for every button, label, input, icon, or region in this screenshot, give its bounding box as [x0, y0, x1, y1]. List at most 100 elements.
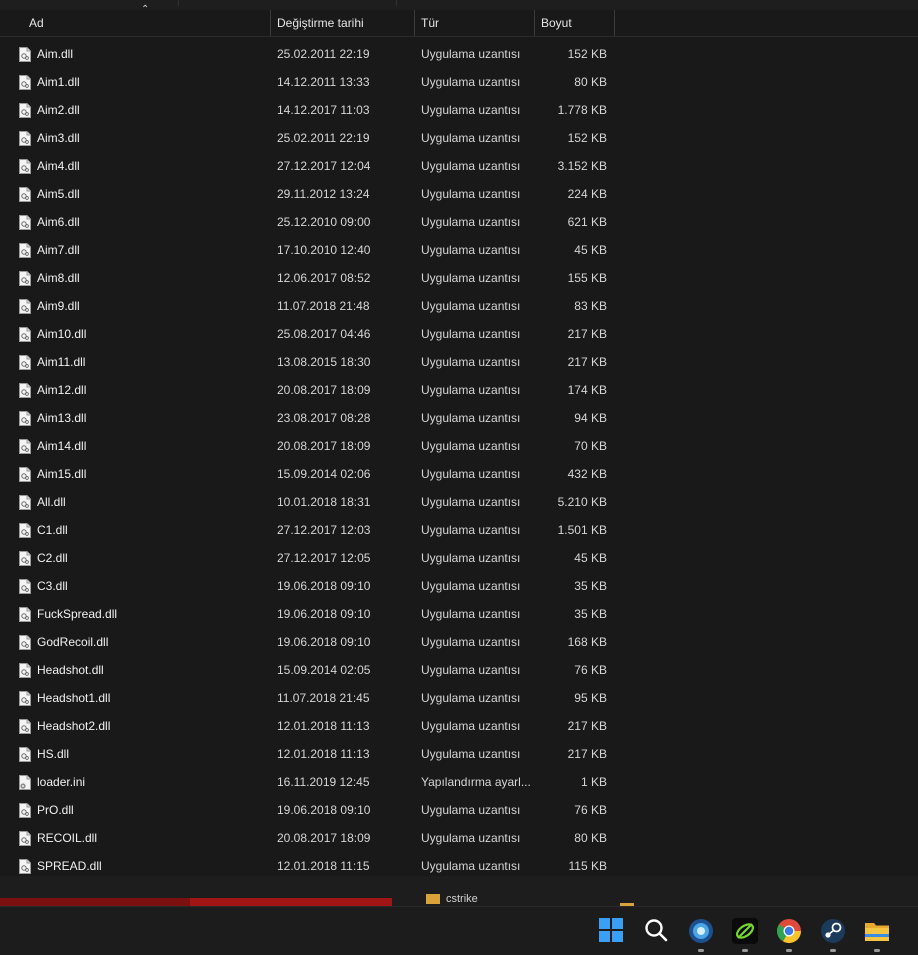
- file-size: 217 KB: [567, 327, 607, 341]
- app-green-icon[interactable]: [731, 917, 759, 952]
- file-row[interactable]: Aim4.dll 27.12.2017 12:04 Uygulama uzantıs…: [0, 152, 918, 180]
- file-type: Uygulama uzantısı: [421, 439, 521, 453]
- file-row[interactable]: C2.dll 27.12.2017 12:05 Uygulama uzantısı 4…: [0, 544, 918, 572]
- running-indicator: [830, 949, 836, 952]
- file-name: C1.dll: [37, 523, 68, 537]
- file-row[interactable]: Headshot.dll 15.09.2014 02:05 Uygulama uza…: [0, 656, 918, 684]
- file-date: 25.02.2011 22:19: [277, 47, 370, 61]
- column-header-name[interactable]: Ad: [23, 10, 271, 36]
- file-name: Aim12.dll: [37, 383, 87, 397]
- file-row[interactable]: Aim2.dll 14.12.2017 11:03 Uygulama uzantıs…: [0, 96, 918, 124]
- column-header-type[interactable]: Tür: [415, 10, 535, 36]
- file-date: 23.08.2017 08:28: [277, 411, 371, 425]
- file-row[interactable]: Aim6.dll 25.12.2010 09:00 Uygulama uzantıs…: [0, 208, 918, 236]
- file-date: 11.07.2018 21:45: [277, 691, 370, 705]
- file-row[interactable]: Aim7.dll 17.10.2010 12:40 Uygulama uzantıs…: [0, 236, 918, 264]
- file-row[interactable]: Aim15.dll 15.09.2014 02:06 Uygulama uzantı…: [0, 460, 918, 488]
- file-list: Aim.dll 25.02.2011 22:19 Uygulama uzantısı…: [0, 40, 918, 880]
- file-size: 155 KB: [567, 271, 607, 285]
- file-row[interactable]: HS.dll 12.01.2018 11:13 Uygulama uzantısı 2…: [0, 740, 918, 768]
- file-name: Aim6.dll: [37, 215, 80, 229]
- file-row[interactable]: C1.dll 27.12.2017 12:03 Uygulama uzantısı 1…: [0, 516, 918, 544]
- toolbar-divider: [178, 0, 179, 6]
- file-row[interactable]: C3.dll 19.06.2018 09:10 Uygulama uzantısı 3…: [0, 572, 918, 600]
- file-type: Uygulama uzantısı: [421, 327, 521, 341]
- file-size: 224 KB: [567, 187, 607, 201]
- file-size: 83 KB: [574, 299, 607, 313]
- file-name: Headshot1.dll: [37, 691, 111, 705]
- file-name: FuckSpread.dll: [37, 607, 118, 621]
- file-size: 94 KB: [574, 411, 607, 425]
- file-row[interactable]: loader.ini 16.11.2019 12:45 Yapılandırma a…: [0, 768, 918, 796]
- file-row[interactable]: Aim8.dll 12.06.2017 08:52 Uygulama uzantıs…: [0, 264, 918, 292]
- file-date: 12.01.2018 11:13: [277, 747, 370, 761]
- file-date: 15.09.2014 02:06: [277, 467, 371, 481]
- file-date: 14.12.2011 13:33: [277, 75, 370, 89]
- file-row[interactable]: RECOIL.dll 20.08.2017 18:09 Uygulama uzant…: [0, 824, 918, 852]
- column-header-row: ⌃ Ad Değiştirme tarihi Tür Boyut: [0, 4, 918, 37]
- file-date: 19.06.2018 09:10: [277, 803, 371, 817]
- file-name: Aim10.dll: [37, 327, 87, 341]
- file-type: Uygulama uzantısı: [421, 411, 521, 425]
- file-name: GodRecoil.dll: [37, 635, 109, 649]
- chrome-icon[interactable]: [775, 917, 803, 952]
- file-type: Uygulama uzantısı: [421, 691, 521, 705]
- taskbar: [0, 906, 918, 955]
- file-name: Aim14.dll: [37, 439, 87, 453]
- steam-icon[interactable]: [819, 917, 847, 952]
- file-row[interactable]: All.dll 10.01.2018 18:31 Uygulama uzantısı…: [0, 488, 918, 516]
- file-row[interactable]: FuckSpread.dll 19.06.2018 09:10 Uygulama u…: [0, 600, 918, 628]
- file-type: Uygulama uzantısı: [421, 607, 521, 621]
- file-name: loader.ini: [37, 775, 86, 789]
- column-header-date[interactable]: Değiştirme tarihi: [271, 10, 415, 36]
- file-name: PrO.dll: [37, 803, 74, 817]
- file-name: Aim11.dll: [37, 355, 86, 369]
- file-size: 5.210 KB: [557, 495, 607, 509]
- file-size: 3.152 KB: [557, 159, 607, 173]
- file-row[interactable]: Aim3.dll 25.02.2011 22:19 Uygulama uzantıs…: [0, 124, 918, 152]
- file-row[interactable]: Aim10.dll 25.08.2017 04:46 Uygulama uzantı…: [0, 320, 918, 348]
- file-name: Aim2.dll: [37, 103, 80, 117]
- file-type: Uygulama uzantısı: [421, 355, 521, 369]
- file-row[interactable]: Aim1.dll 14.12.2011 13:33 Uygulama uzantıs…: [0, 68, 918, 96]
- file-row[interactable]: Aim11.dll 13.08.2015 18:30 Uygulama uzantı…: [0, 348, 918, 376]
- file-type: Uygulama uzantısı: [421, 187, 521, 201]
- file-type: Uygulama uzantısı: [421, 75, 521, 89]
- file-row[interactable]: Headshot2.dll 12.01.2018 11:13 Uygulama uz…: [0, 712, 918, 740]
- file-name: HS.dll: [37, 747, 70, 761]
- file-date: 10.01.2018 18:31: [277, 495, 371, 509]
- file-type: Uygulama uzantısı: [421, 243, 521, 257]
- file-type: Uygulama uzantısı: [421, 803, 521, 817]
- windows-start-icon[interactable]: [598, 917, 626, 945]
- file-row[interactable]: Aim.dll 25.02.2011 22:19 Uygulama uzantısı…: [0, 40, 918, 68]
- file-explorer-icon[interactable]: [863, 917, 891, 952]
- file-row[interactable]: Aim13.dll 23.08.2017 08:28 Uygulama uzantı…: [0, 404, 918, 432]
- file-date: 25.12.2010 09:00: [277, 215, 371, 229]
- file-type: Uygulama uzantısı: [421, 103, 521, 117]
- file-row[interactable]: GodRecoil.dll 19.06.2018 09:10 Uygulama uz…: [0, 628, 918, 656]
- file-size: 76 KB: [574, 803, 607, 817]
- column-header-size[interactable]: Boyut: [535, 10, 615, 36]
- file-type: Uygulama uzantısı: [421, 131, 521, 145]
- file-size: 217 KB: [567, 355, 607, 369]
- file-row[interactable]: Headshot1.dll 11.07.2018 21:45 Uygulama uz…: [0, 684, 918, 712]
- file-size: 80 KB: [574, 831, 607, 845]
- file-row[interactable]: PrO.dll 19.06.2018 09:10 Uygulama uzantısı…: [0, 796, 918, 824]
- file-date: 25.08.2017 04:46: [277, 327, 371, 341]
- file-row[interactable]: Aim9.dll 11.07.2018 21:48 Uygulama uzantıs…: [0, 292, 918, 320]
- app-blue-icon[interactable]: [687, 917, 715, 952]
- file-row[interactable]: Aim5.dll 29.11.2012 13:24 Uygulama uzantıs…: [0, 180, 918, 208]
- file-type: Uygulama uzantısı: [421, 159, 521, 173]
- running-indicator: [874, 949, 880, 952]
- file-type: Uygulama uzantısı: [421, 467, 521, 481]
- background-folder-item[interactable]: cstrike: [426, 893, 478, 905]
- search-icon[interactable]: [643, 917, 671, 945]
- file-date: 12.01.2018 11:13: [277, 719, 370, 733]
- file-size: 1 KB: [580, 775, 607, 789]
- file-row[interactable]: Aim12.dll 20.08.2017 18:09 Uygulama uzantı…: [0, 376, 918, 404]
- running-indicator: [742, 949, 748, 952]
- file-type: Uygulama uzantısı: [421, 495, 521, 509]
- folder-icon: [426, 894, 440, 905]
- file-row[interactable]: Aim14.dll 20.08.2017 18:09 Uygulama uzantı…: [0, 432, 918, 460]
- file-name: Aim15.dll: [37, 467, 87, 481]
